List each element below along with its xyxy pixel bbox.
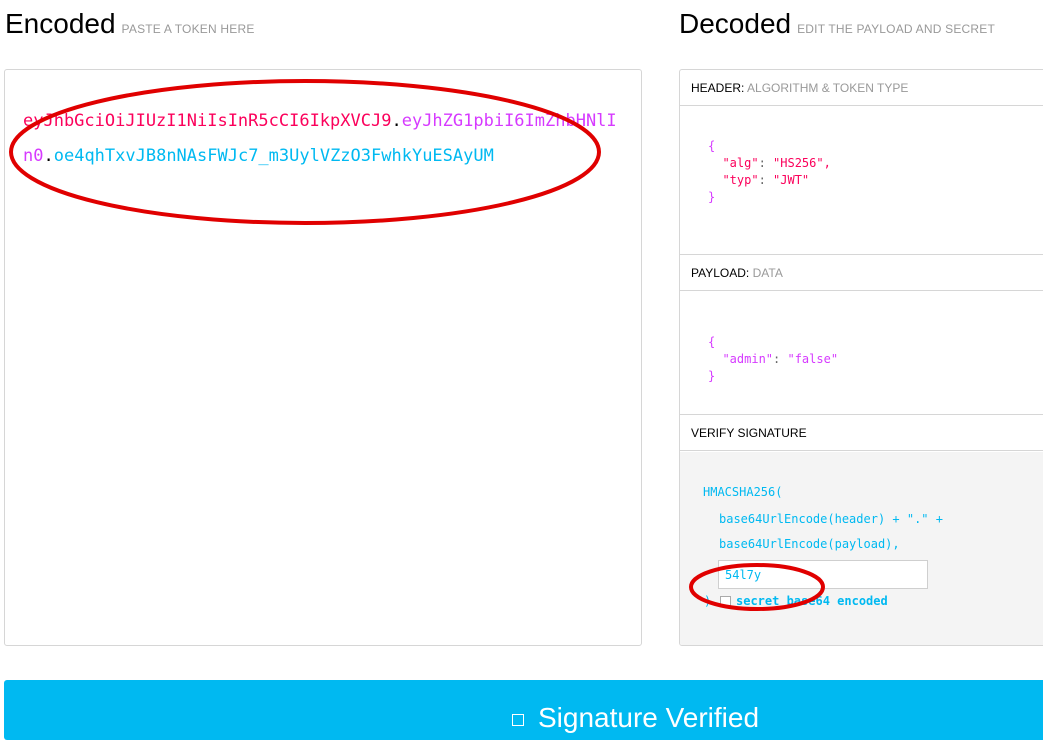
encoded-title-text: Encoded [5,8,116,39]
verify-section-title: VERIFY SIGNATURE [680,415,1043,451]
token-header-part: eyJhbGciOiJIUzI1NiIsInR5cCI6IkpXVCJ9 [23,111,392,131]
banner-text: Signature Verified [538,702,760,733]
json-open-brace: { [708,139,716,153]
encoded-subtitle: PASTE A TOKEN HERE [121,22,255,36]
token-signature-part: oe4qhTxvJB8nNAsFWJc7_m3UylVZzO3FwhkYuESA… [53,146,494,166]
json-value: "JWT" [773,173,810,187]
decoded-title: Decoded EDIT THE PAYLOAD AND SECRET [679,8,1043,40]
signature-verified-banner: Signature Verified [4,680,1043,740]
json-key: "admin" [722,352,774,366]
json-key: "typ" [722,173,759,187]
checkbox-square-icon [512,713,524,726]
payload-json-editor[interactable]: { "admin": "false" } [708,334,838,385]
payload-section-sub: DATA [752,266,783,280]
payload-section-label: PAYLOAD: [691,266,750,280]
verify-signature-area: HMACSHA256( base64UrlEncode(header) + ".… [680,452,1043,645]
header-section-title: HEADER: ALGORITHM & TOKEN TYPE [680,70,1043,106]
base64-checkbox-label[interactable]: secret base64 encoded [736,594,888,608]
decoded-title-text: Decoded [679,8,792,39]
hmac-header-line: base64UrlEncode(header) + "." + [719,512,943,526]
encoded-token: eyJhbGciOiJIUzI1NiIsInR5cCI6IkpXVCJ9.eyJ… [23,104,623,174]
payload-section-title: PAYLOAD: DATA [680,255,1043,291]
header-section-label: HEADER: [691,81,745,95]
verify-section-label: VERIFY SIGNATURE [691,426,807,440]
hmac-close-paren: ) [704,594,712,608]
hmac-payload-line: base64UrlEncode(payload), [719,537,900,551]
secret-input[interactable] [718,560,928,589]
json-open-brace: { [708,335,716,349]
banner-content: Signature Verified [512,702,759,734]
decoded-panel: HEADER: ALGORITHM & TOKEN TYPE { "alg": … [679,69,1043,646]
json-close-brace: } [708,190,716,204]
encoded-token-textarea[interactable]: eyJhbGciOiJIUzI1NiIsInR5cCI6IkpXVCJ9.eyJ… [4,69,642,646]
hmac-line: HMACSHA256( [703,485,783,499]
token-dot: . [43,146,54,166]
json-key: "alg" [722,156,759,170]
header-json-editor[interactable]: { "alg": "HS256", "typ": "JWT" } [708,138,831,206]
json-value: "HS256", [773,156,831,170]
json-close-brace: } [708,369,716,383]
base64-checkbox[interactable] [720,596,731,607]
token-dot: . [391,111,402,131]
json-value: "false" [787,352,839,366]
header-section-sub: ALGORITHM & TOKEN TYPE [747,81,909,95]
encoded-title: Encoded PASTE A TOKEN HERE [5,8,255,40]
decoded-subtitle: EDIT THE PAYLOAD AND SECRET [797,22,995,36]
